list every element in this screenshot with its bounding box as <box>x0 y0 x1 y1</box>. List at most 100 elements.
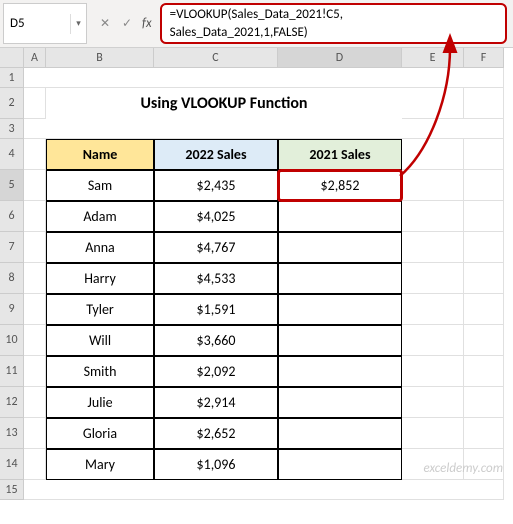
cell[interactable] <box>24 139 46 170</box>
col-header-D[interactable]: D <box>278 48 402 68</box>
row-header-12[interactable]: 12 <box>0 387 24 418</box>
row-header-9[interactable]: 9 <box>0 294 24 325</box>
table-cell-name[interactable]: Mary <box>46 449 154 480</box>
table-cell-2022[interactable]: $3,660 <box>154 325 278 356</box>
select-all-corner[interactable] <box>0 48 24 68</box>
table-cell-name[interactable]: Harry <box>46 263 154 294</box>
table-cell-name[interactable]: Smith <box>46 356 154 387</box>
table-cell-2021[interactable] <box>278 201 402 232</box>
table-cell-2021[interactable] <box>278 449 402 480</box>
name-box[interactable]: D5 ▾ <box>3 3 87 44</box>
fx-icon[interactable]: fx <box>142 16 152 31</box>
cell[interactable] <box>464 263 504 294</box>
cell[interactable] <box>24 325 46 356</box>
col-header-B[interactable]: B <box>46 48 154 68</box>
table-cell-2022[interactable]: $2,435 <box>154 170 278 201</box>
row-header-11[interactable]: 11 <box>0 356 24 387</box>
confirm-icon[interactable]: ✓ <box>118 15 136 33</box>
table-header-2022[interactable]: 2022 Sales <box>154 139 278 170</box>
cell[interactable] <box>24 263 46 294</box>
cell[interactable] <box>24 119 504 139</box>
formula-text: =VLOOKUP(Sales_Data_2021!C5, Sales_Data_… <box>170 6 343 41</box>
table-cell-2021[interactable] <box>278 418 402 449</box>
row-header-5[interactable]: 5 <box>0 170 24 201</box>
table-cell-name[interactable]: Adam <box>46 201 154 232</box>
cell[interactable] <box>464 201 504 232</box>
cell[interactable] <box>402 418 464 449</box>
cell[interactable] <box>402 263 464 294</box>
table-cell-2022[interactable]: $2,914 <box>154 387 278 418</box>
col-header-F[interactable]: F <box>464 48 504 68</box>
table-cell-name[interactable]: Will <box>46 325 154 356</box>
table-cell-name[interactable]: Tyler <box>46 294 154 325</box>
formula-bar-row: D5 ▾ ✕ ✓ fx =VLOOKUP(Sales_Data_2021!C5,… <box>0 0 513 48</box>
table-cell-2021[interactable] <box>278 294 402 325</box>
cell[interactable] <box>464 139 504 170</box>
table-header-2021[interactable]: 2021 Sales <box>278 139 402 170</box>
cell[interactable] <box>402 387 464 418</box>
table-cell-name[interactable]: Anna <box>46 232 154 263</box>
cell[interactable] <box>24 449 46 480</box>
cell[interactable] <box>24 418 46 449</box>
cell[interactable] <box>402 88 464 119</box>
cell[interactable] <box>464 294 504 325</box>
table-cell-2022[interactable]: $2,092 <box>154 356 278 387</box>
row-header-13[interactable]: 13 <box>0 418 24 449</box>
name-box-dropdown-icon[interactable]: ▾ <box>70 14 86 34</box>
row-header-7[interactable]: 7 <box>0 232 24 263</box>
row-header-2[interactable]: 2 <box>0 88 24 119</box>
cancel-icon[interactable]: ✕ <box>96 15 114 33</box>
cell[interactable] <box>24 480 504 500</box>
row-header-6[interactable]: 6 <box>0 201 24 232</box>
table-cell-2022[interactable]: $4,533 <box>154 263 278 294</box>
table-header-name[interactable]: Name <box>46 139 154 170</box>
cell[interactable] <box>464 387 504 418</box>
cell[interactable] <box>402 356 464 387</box>
table-cell-2021[interactable] <box>278 356 402 387</box>
row-header-4[interactable]: 4 <box>0 139 24 170</box>
table-cell-2022[interactable]: $4,767 <box>154 232 278 263</box>
cell[interactable] <box>402 201 464 232</box>
row-header-1[interactable]: 1 <box>0 68 24 88</box>
row-header-14[interactable]: 14 <box>0 449 24 480</box>
table-cell-name[interactable]: Sam <box>46 170 154 201</box>
table-cell-2021[interactable] <box>278 232 402 263</box>
col-header-A[interactable]: A <box>24 48 46 68</box>
row-header-15[interactable]: 15 <box>0 480 24 500</box>
table-cell-name[interactable]: Gloria <box>46 418 154 449</box>
table-cell-2022[interactable]: $1,591 <box>154 294 278 325</box>
table-cell-2022[interactable]: $2,652 <box>154 418 278 449</box>
cell[interactable] <box>24 201 46 232</box>
cell[interactable] <box>464 418 504 449</box>
col-header-E[interactable]: E <box>402 48 464 68</box>
cell[interactable] <box>402 294 464 325</box>
table-cell-2021[interactable] <box>278 325 402 356</box>
col-header-C[interactable]: C <box>154 48 278 68</box>
cell[interactable] <box>24 68 504 88</box>
cell[interactable] <box>402 325 464 356</box>
table-cell-2022[interactable]: $4,025 <box>154 201 278 232</box>
table-cell-name[interactable]: Julie <box>46 387 154 418</box>
row-header-3[interactable]: 3 <box>0 119 24 139</box>
cell[interactable] <box>464 325 504 356</box>
cell[interactable] <box>464 232 504 263</box>
cell[interactable] <box>464 170 504 201</box>
selected-cell-D5[interactable]: $2,852 <box>278 170 402 201</box>
cell[interactable] <box>24 170 46 201</box>
cell[interactable] <box>24 232 46 263</box>
formula-input[interactable]: =VLOOKUP(Sales_Data_2021!C5, Sales_Data_… <box>160 3 507 44</box>
cell[interactable] <box>464 356 504 387</box>
cell[interactable] <box>24 387 46 418</box>
row-header-8[interactable]: 8 <box>0 263 24 294</box>
cell[interactable] <box>24 88 46 119</box>
row-header-10[interactable]: 10 <box>0 325 24 356</box>
cell[interactable] <box>24 294 46 325</box>
cell[interactable] <box>464 88 504 119</box>
table-cell-2021[interactable] <box>278 387 402 418</box>
table-cell-2022[interactable]: $1,096 <box>154 449 278 480</box>
cell[interactable] <box>402 170 464 201</box>
cell[interactable] <box>402 139 464 170</box>
cell[interactable] <box>402 232 464 263</box>
cell[interactable] <box>24 356 46 387</box>
table-cell-2021[interactable] <box>278 263 402 294</box>
